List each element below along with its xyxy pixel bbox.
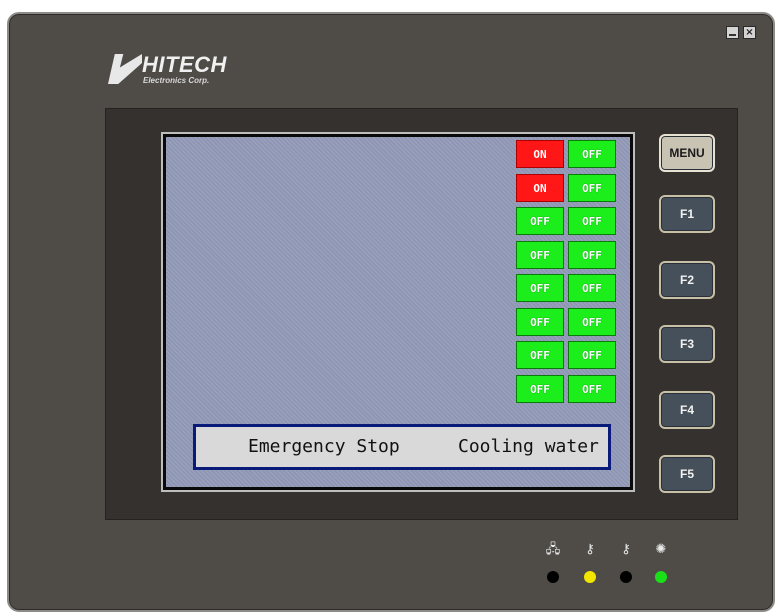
brand-name: HITECH xyxy=(142,52,227,77)
status-button-row6-left[interactable]: OFF xyxy=(516,308,564,336)
status-button-row1-left[interactable]: ON xyxy=(516,140,564,168)
status-button-row1-right[interactable]: OFF xyxy=(568,140,616,168)
status-button-row5-right[interactable]: OFF xyxy=(568,274,616,302)
logo-mark-icon xyxy=(108,54,142,84)
f2-key-button[interactable]: F2 xyxy=(659,261,715,299)
status-led xyxy=(655,571,667,583)
status-button-row4-right[interactable]: OFF xyxy=(568,241,616,269)
status-button-row2-right[interactable]: OFF xyxy=(568,174,616,202)
brand-subtitle: Electronics Corp. xyxy=(143,76,210,85)
f3-key-button[interactable]: F3 xyxy=(659,325,715,363)
status-button-row8-left[interactable]: OFF xyxy=(516,375,564,403)
menu-key-button[interactable]: MENU xyxy=(659,134,715,172)
minimize-icon[interactable] xyxy=(726,26,739,39)
status-button-row5-left[interactable]: OFF xyxy=(516,274,564,302)
status-button-row7-left[interactable]: OFF xyxy=(516,341,564,369)
f5-key-button[interactable]: F5 xyxy=(659,455,715,493)
status-button-row2-left[interactable]: ON xyxy=(516,174,564,202)
close-icon[interactable]: × xyxy=(743,26,756,39)
alarm-text-cooling-water: Cooling water xyxy=(458,436,599,457)
f4-key-button[interactable]: F4 xyxy=(659,391,715,429)
status-led xyxy=(620,571,632,583)
key-icon: ⚷ xyxy=(585,542,595,557)
status-led xyxy=(584,571,596,583)
f1-key-button[interactable]: F1 xyxy=(659,195,715,233)
network-icon: 🖧 xyxy=(545,542,561,557)
alarm-message-bar: Emergency Stop Cooling water xyxy=(193,424,611,470)
status-button-row7-right[interactable]: OFF xyxy=(568,341,616,369)
key-icon: ⚷ xyxy=(621,542,631,557)
alarm-text-emergency-stop: Emergency Stop xyxy=(248,436,400,457)
status-button-row3-right[interactable]: OFF xyxy=(568,207,616,235)
light-icon: ✺ xyxy=(655,542,667,557)
status-led xyxy=(547,571,559,583)
status-button-row3-left[interactable]: OFF xyxy=(516,207,564,235)
status-button-row8-right[interactable]: OFF xyxy=(568,375,616,403)
brand-logo: HITECH Electronics Corp. xyxy=(108,52,248,90)
status-button-row6-right[interactable]: OFF xyxy=(568,308,616,336)
status-button-row4-left[interactable]: OFF xyxy=(516,241,564,269)
